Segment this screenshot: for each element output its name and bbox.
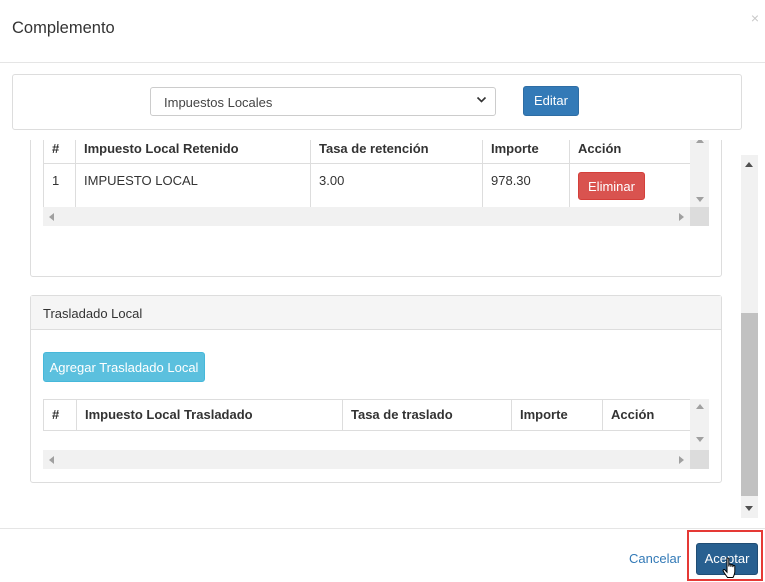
trasladado-header-row: # Impuesto Local Trasladado Tasa de tras… — [43, 399, 690, 431]
col-accion: Acción — [602, 399, 690, 431]
modal-title: Complemento — [12, 19, 115, 37]
col-impuesto-trasladado: Impuesto Local Trasladado — [76, 399, 343, 431]
retenido-table-container: # Impuesto Local Retenido Tasa de retenc… — [43, 140, 690, 207]
scroll-left-icon[interactable] — [49, 456, 54, 464]
modal-header: Complemento × — [0, 0, 765, 62]
col-num: # — [43, 140, 76, 164]
footer-divider — [0, 528, 765, 529]
table-row: 1 IMPUESTO LOCAL 3.00 978.30 Eliminar — [43, 163, 690, 207]
modal-scroll-content[interactable]: # Impuesto Local Retenido Tasa de retenc… — [0, 140, 765, 522]
trasladado-heading-text: Trasladado Local — [43, 306, 143, 321]
delete-button[interactable]: Eliminar — [578, 172, 645, 200]
col-tasa-retencion: Tasa de retención — [310, 140, 483, 164]
row-impuesto: IMPUESTO LOCAL — [75, 163, 311, 207]
modal-vertical-scrollbar[interactable] — [741, 155, 758, 518]
complement-type-select[interactable]: Impuestos Locales — [150, 87, 496, 116]
add-trasladado-button[interactable]: Agregar Trasladado Local — [43, 352, 205, 382]
row-accion: Eliminar — [569, 163, 690, 207]
scroll-up-icon[interactable] — [696, 140, 704, 143]
scroll-down-icon[interactable] — [696, 437, 704, 442]
scrollbar-corner — [690, 207, 709, 226]
trasladado-horizontal-scrollbar[interactable] — [43, 450, 690, 469]
edit-button[interactable]: Editar — [523, 86, 579, 116]
scroll-left-icon[interactable] — [49, 213, 54, 221]
scrollbar-thumb[interactable] — [741, 313, 758, 496]
hand-pointer-icon — [722, 557, 736, 578]
complement-select-panel: Impuestos Locales Editar — [12, 74, 742, 130]
cancel-button[interactable]: Cancelar — [629, 551, 681, 566]
scrollbar-corner — [690, 450, 709, 469]
retenido-panel: # Impuesto Local Retenido Tasa de retenc… — [30, 140, 722, 277]
trasladado-table: # Impuesto Local Trasladado Tasa de tras… — [43, 399, 690, 431]
col-accion: Acción — [569, 140, 690, 164]
retenido-horizontal-scrollbar[interactable] — [43, 207, 690, 226]
scroll-right-icon[interactable] — [679, 456, 684, 464]
col-importe: Importe — [511, 399, 603, 431]
chevron-down-icon — [476, 96, 487, 103]
col-num: # — [43, 399, 77, 431]
col-impuesto-retenido: Impuesto Local Retenido — [75, 140, 311, 164]
scroll-up-icon[interactable] — [745, 162, 753, 167]
row-importe: 978.30 — [482, 163, 570, 207]
trasladado-panel-heading: Trasladado Local — [31, 296, 721, 330]
complement-type-value: Impuestos Locales — [164, 95, 273, 110]
scroll-up-icon[interactable] — [696, 404, 704, 409]
scroll-down-icon[interactable] — [745, 506, 753, 511]
scroll-down-icon[interactable] — [696, 197, 704, 202]
trasladado-vertical-scrollbar[interactable] — [690, 399, 709, 450]
col-tasa-traslado: Tasa de traslado — [342, 399, 512, 431]
close-icon[interactable]: × — [751, 10, 759, 26]
retenido-vertical-scrollbar[interactable] — [690, 140, 709, 207]
trasladado-table-container: # Impuesto Local Trasladado Tasa de tras… — [43, 399, 690, 432]
scroll-right-icon[interactable] — [679, 213, 684, 221]
header-divider — [0, 62, 765, 63]
trasladado-panel: Trasladado Local Agregar Trasladado Loca… — [30, 295, 722, 483]
col-importe: Importe — [482, 140, 570, 164]
row-num: 1 — [43, 163, 76, 207]
retenido-table: # Impuesto Local Retenido Tasa de retenc… — [43, 140, 690, 207]
row-tasa: 3.00 — [310, 163, 483, 207]
retenido-header-row: # Impuesto Local Retenido Tasa de retenc… — [43, 140, 690, 164]
